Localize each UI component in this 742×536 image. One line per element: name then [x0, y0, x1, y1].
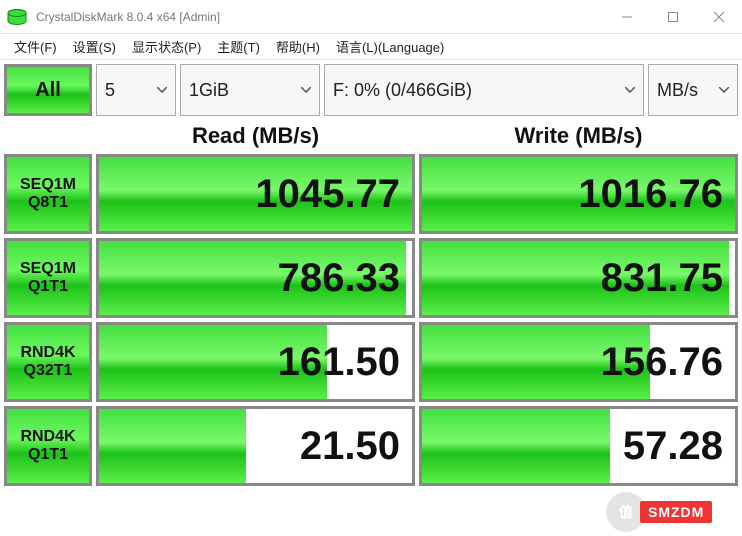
read-value-cell: 1045.77 — [96, 154, 415, 234]
test-label-1: RND4K — [20, 344, 75, 362]
chevron-down-icon — [719, 87, 729, 93]
read-value-cell: 786.33 — [96, 238, 415, 318]
runs-select[interactable]: 5 — [96, 64, 176, 116]
minimize-button[interactable] — [604, 0, 650, 34]
write-value-cell: 831.75 — [419, 238, 738, 318]
results-table: SEQ1MQ8T11045.771016.76SEQ1MQ1T1786.3383… — [4, 154, 738, 486]
run-all-button[interactable]: All — [4, 64, 92, 116]
write-header: Write (MB/s) — [419, 118, 738, 154]
result-row: SEQ1MQ8T1 1045.77 1016.76 — [4, 154, 738, 234]
read-value: 21.50 — [300, 424, 400, 469]
drive-select[interactable]: F: 0% (0/466GiB) — [324, 64, 644, 116]
size-value: 1GiB — [189, 80, 229, 101]
chevron-down-icon — [301, 87, 311, 93]
write-value-cell: 156.76 — [419, 322, 738, 402]
menu-display-status[interactable]: 显示状态(P) — [124, 34, 209, 59]
runs-value: 5 — [105, 80, 115, 101]
test-label-1: SEQ1M — [20, 260, 76, 278]
app-icon — [6, 6, 28, 28]
write-value: 1016.76 — [578, 172, 723, 217]
close-button[interactable] — [696, 0, 742, 34]
run-test-button[interactable]: SEQ1MQ8T1 — [4, 154, 92, 234]
test-label-2: Q1T1 — [28, 278, 68, 296]
read-value: 1045.77 — [255, 172, 400, 217]
header-spacer — [4, 118, 92, 154]
test-label-1: SEQ1M — [20, 176, 76, 194]
content-area: All 5 1GiB F: 0% (0/466GiB) MB/s Read (M… — [0, 60, 742, 494]
toolbar: All 5 1GiB F: 0% (0/466GiB) MB/s — [4, 64, 738, 116]
result-row: RND4KQ32T1 161.50 156.76 — [4, 322, 738, 402]
menu-file[interactable]: 文件(F) — [6, 34, 65, 59]
unit-select[interactable]: MB/s — [648, 64, 738, 116]
maximize-button[interactable] — [650, 0, 696, 34]
unit-value: MB/s — [657, 80, 698, 101]
progress-bar — [99, 409, 246, 483]
progress-bar — [422, 409, 610, 483]
window-controls — [604, 0, 742, 34]
chevron-down-icon — [625, 87, 635, 93]
write-value: 831.75 — [601, 256, 723, 301]
read-value: 161.50 — [278, 340, 400, 385]
watermark-text: SMZDM — [640, 501, 712, 523]
write-value: 156.76 — [601, 340, 723, 385]
read-header: Read (MB/s) — [96, 118, 415, 154]
test-label-1: RND4K — [20, 428, 75, 446]
result-row: RND4KQ1T1 21.50 57.28 — [4, 406, 738, 486]
watermark: 值 SMZDM — [606, 492, 736, 532]
read-value: 786.33 — [278, 256, 400, 301]
window-title: CrystalDiskMark 8.0.4 x64 [Admin] — [34, 10, 604, 24]
result-row: SEQ1MQ1T1 786.33 831.75 — [4, 238, 738, 318]
size-select[interactable]: 1GiB — [180, 64, 320, 116]
menu-settings[interactable]: 设置(S) — [65, 34, 124, 59]
menu-theme[interactable]: 主题(T) — [209, 34, 268, 59]
run-test-button[interactable]: RND4KQ1T1 — [4, 406, 92, 486]
test-label-2: Q1T1 — [28, 446, 68, 464]
drive-value: F: 0% (0/466GiB) — [333, 80, 472, 101]
write-value-cell: 1016.76 — [419, 154, 738, 234]
menubar: 文件(F) 设置(S) 显示状态(P) 主题(T) 帮助(H) 语言(L)(La… — [0, 34, 742, 60]
column-headers: Read (MB/s) Write (MB/s) — [4, 118, 738, 154]
write-value: 57.28 — [623, 424, 723, 469]
window-titlebar: CrystalDiskMark 8.0.4 x64 [Admin] — [0, 0, 742, 34]
read-value-cell: 161.50 — [96, 322, 415, 402]
write-value-cell: 57.28 — [419, 406, 738, 486]
read-value-cell: 21.50 — [96, 406, 415, 486]
test-label-2: Q8T1 — [28, 194, 68, 212]
run-test-button[interactable]: RND4KQ32T1 — [4, 322, 92, 402]
chevron-down-icon — [157, 87, 167, 93]
test-label-2: Q32T1 — [24, 362, 73, 380]
menu-language[interactable]: 语言(L)(Language) — [328, 34, 452, 59]
menu-help[interactable]: 帮助(H) — [268, 34, 328, 59]
run-test-button[interactable]: SEQ1MQ1T1 — [4, 238, 92, 318]
